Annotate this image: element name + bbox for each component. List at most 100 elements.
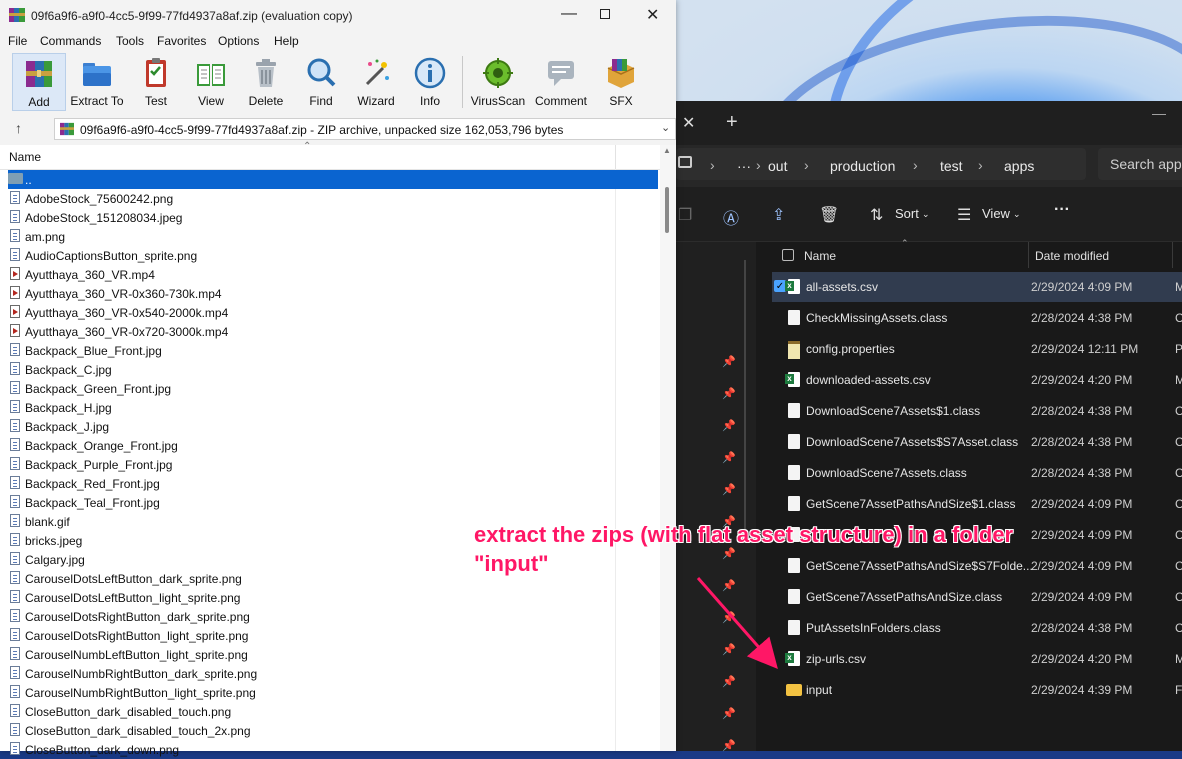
list-item[interactable]: Backpack_C.jpg [8, 360, 658, 379]
sfx-button[interactable]: SFX [595, 53, 647, 111]
list-item[interactable]: Backpack_H.jpg [8, 398, 658, 417]
list-item[interactable]: CloseButton_dark_disabled_touch_2x.png [8, 721, 658, 740]
scroll-up-icon[interactable]: ▲ [663, 146, 671, 155]
copy-icon[interactable]: ❐ [678, 205, 696, 224]
file-row[interactable]: PutAssetsInFolders.class 2/28/2024 4:38 P… [772, 613, 1182, 643]
list-item[interactable]: CarouselDotsLeftButton_light_sprite.png [8, 588, 658, 607]
column-header-date[interactable]: Date modified [1035, 249, 1109, 263]
menu-options[interactable]: Options [218, 34, 259, 48]
pin-icon[interactable]: 📌 [722, 611, 736, 624]
add-button[interactable]: Add [12, 53, 66, 111]
close-icon[interactable]: ✕ [646, 5, 659, 25]
view-button[interactable]: View [982, 206, 1010, 221]
scrollbar-thumb[interactable] [665, 187, 669, 233]
list-item[interactable]: CloseButton_dark_down.png [8, 740, 658, 759]
delete-button[interactable]: Delete [240, 53, 292, 111]
share-icon[interactable]: ⇪ [772, 205, 790, 224]
sort-button[interactable]: Sort [895, 206, 919, 221]
view-button[interactable]: View [185, 53, 237, 111]
list-item[interactable]: AudioCaptionsButton_sprite.png [8, 246, 658, 265]
minimize-icon[interactable]: — [561, 5, 577, 23]
column-header-name[interactable]: Name [9, 150, 41, 164]
list-item[interactable]: Backpack_Green_Front.jpg [8, 379, 658, 398]
file-row[interactable]: DownloadScene7Assets$S7Asset.class 2/28/2… [772, 427, 1182, 457]
list-item[interactable]: AdobeStock_75600242.png [8, 189, 658, 208]
breadcrumb-apps[interactable]: apps [1004, 158, 1034, 174]
list-item[interactable]: Backpack_Red_Front.jpg [8, 474, 658, 493]
list-item[interactable]: Backpack_Blue_Front.jpg [8, 341, 658, 360]
vertical-scrollbar[interactable]: ▲ [660, 145, 676, 751]
list-item[interactable]: Backpack_Orange_Front.jpg [8, 436, 658, 455]
pin-icon[interactable]: 📌 [722, 579, 736, 592]
list-item[interactable]: Backpack_Purple_Front.jpg [8, 455, 658, 474]
delete-icon[interactable]: 🗑 [819, 205, 839, 224]
select-all-checkbox[interactable] [782, 249, 794, 261]
pin-icon[interactable]: 📌 [722, 419, 736, 432]
maximize-icon[interactable] [600, 9, 610, 19]
breadcrumb-overflow[interactable]: ··· [737, 158, 751, 174]
chevron-down-icon[interactable]: ⌄ [661, 121, 670, 134]
file-row[interactable]: GetScene7AssetPathsAndSize.class 2/29/202… [772, 582, 1182, 612]
list-item[interactable]: CarouselDotsRightButton_dark_sprite.png [8, 607, 658, 626]
list-item[interactable]: Ayutthaya_360_VR.mp4 [8, 265, 658, 284]
find-button[interactable]: Find [295, 53, 347, 111]
search-input[interactable]: Search apps [1098, 148, 1182, 180]
file-row[interactable]: DownloadScene7Assets.class 2/28/2024 4:38… [772, 458, 1182, 488]
pin-icon[interactable]: 📌 [722, 707, 736, 720]
info-button[interactable]: Info [404, 53, 456, 111]
list-item[interactable]: CarouselNumbRightButton_dark_sprite.png [8, 664, 658, 683]
breadcrumb-test[interactable]: test [940, 158, 963, 174]
column-header-name[interactable]: Name [804, 249, 836, 263]
file-row[interactable]: CheckMissingAssets.class 2/28/2024 4:38 P… [772, 303, 1182, 333]
list-item[interactable]: CarouselNumbLeftButton_light_sprite.png [8, 645, 658, 664]
list-item[interactable]: CarouselNumbRightButton_light_sprite.png [8, 683, 658, 702]
virusscan-button[interactable]: VirusScan [469, 53, 527, 111]
view-icon[interactable]: ☰ [957, 205, 975, 224]
list-item[interactable]: Ayutthaya_360_VR-0x360-730k.mp4 [8, 284, 658, 303]
minimize-icon[interactable]: — [1152, 105, 1166, 121]
extract-to-button[interactable]: Extract To [68, 53, 126, 111]
pin-icon[interactable]: 📌 [722, 675, 736, 688]
pin-icon[interactable]: 📌 [722, 739, 736, 752]
test-button[interactable]: Test [130, 53, 182, 111]
pin-icon[interactable]: 📌 [722, 387, 736, 400]
file-row[interactable]: x zip-urls.csv 2/29/2024 4:20 PM M [772, 644, 1182, 674]
pin-icon[interactable]: 📌 [722, 355, 736, 368]
up-arrow-icon[interactable]: ↑ [15, 120, 22, 136]
list-item[interactable]: CloseButton_dark_disabled_touch.png [8, 702, 658, 721]
file-row[interactable]: ✓ x all-assets.csv 2/29/2024 4:09 PM M [772, 272, 1182, 302]
file-row[interactable]: DownloadScene7Assets$1.class 2/28/2024 4:… [772, 396, 1182, 426]
comment-button[interactable]: Comment [531, 53, 591, 111]
more-options-button[interactable]: ··· [1054, 201, 1070, 219]
file-row[interactable]: input 2/29/2024 4:39 PM F [772, 675, 1182, 705]
pin-icon[interactable]: 📌 [722, 451, 736, 464]
rename-icon[interactable]: Ⓐ [723, 205, 741, 228]
pin-icon[interactable]: 📌 [722, 643, 736, 656]
menu-tools[interactable]: Tools [116, 34, 144, 48]
file-row[interactable]: config.properties 2/29/2024 12:11 PM P [772, 334, 1182, 364]
wizard-button[interactable]: Wizard [350, 53, 402, 111]
menu-help[interactable]: Help [274, 34, 299, 48]
list-item[interactable]: Backpack_Teal_Front.jpg [8, 493, 658, 512]
list-item[interactable]: .. [8, 170, 658, 189]
close-tab-icon[interactable]: ✕ [682, 113, 695, 133]
list-item[interactable]: AdobeStock_151208034.jpeg [8, 208, 658, 227]
sort-icon[interactable]: ⇅ [870, 205, 888, 224]
file-row[interactable]: GetScene7AssetPathsAndSize$1.class 2/29/2… [772, 489, 1182, 519]
menu-commands[interactable]: Commands [40, 34, 101, 48]
nav-scrollbar[interactable] [744, 260, 746, 530]
pin-icon[interactable]: 📌 [722, 483, 736, 496]
file-row[interactable]: x downloaded-assets.csv 2/29/2024 4:20 PM M [772, 365, 1182, 395]
archive-path-box[interactable]: 09f6a9f6-a9f0-4cc5-9f99-77fd4937a8af.zip… [54, 118, 676, 140]
breadcrumb-out[interactable]: out [768, 158, 787, 174]
menu-file[interactable]: File [8, 34, 27, 48]
breadcrumb-production[interactable]: production [830, 158, 895, 174]
list-item[interactable]: am.png [8, 227, 658, 246]
list-item[interactable]: Ayutthaya_360_VR-0x540-2000k.mp4 [8, 303, 658, 322]
address-box[interactable]: › ··· › out › production › test › apps [676, 148, 1086, 180]
menu-favorites[interactable]: Favorites [157, 34, 206, 48]
list-item[interactable]: CarouselDotsRightButton_light_sprite.png [8, 626, 658, 645]
new-tab-icon[interactable]: + [726, 111, 738, 134]
list-item[interactable]: Ayutthaya_360_VR-0x720-3000k.mp4 [8, 322, 658, 341]
list-item[interactable]: Backpack_J.jpg [8, 417, 658, 436]
